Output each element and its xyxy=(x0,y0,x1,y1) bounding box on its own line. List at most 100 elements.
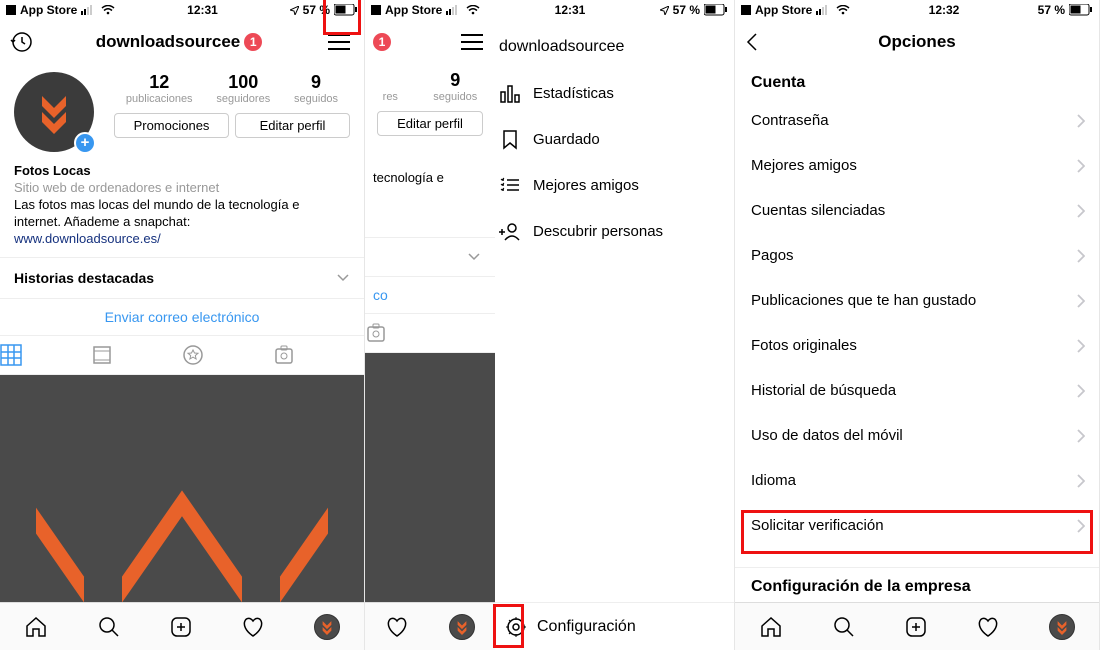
profile-nav-bar: downloadsourcee 1 xyxy=(0,20,364,64)
location-icon xyxy=(290,6,299,15)
star-view-tab[interactable] xyxy=(182,336,273,374)
signal-icon xyxy=(816,5,832,15)
option-row-7[interactable]: Uso de datos del móvil xyxy=(735,413,1099,458)
profile-tab-icon[interactable] xyxy=(449,614,475,640)
option-row-9[interactable]: Solicitar verificación xyxy=(735,503,1099,548)
option-row-1[interactable]: Mejores amigos xyxy=(735,143,1099,188)
chevron-right-icon xyxy=(1077,339,1085,353)
post-cell[interactable] xyxy=(122,375,242,428)
post-cell[interactable] xyxy=(122,430,242,603)
activity-icon[interactable] xyxy=(976,615,1000,639)
notification-badge[interactable]: 1 xyxy=(244,33,262,51)
chevron-right-icon xyxy=(1077,384,1085,398)
followers-stat[interactable]: 100seguidores xyxy=(216,72,270,105)
notification-badge[interactable]: 1 xyxy=(373,33,391,51)
section-business: Configuración de la empresa xyxy=(735,567,1099,602)
edit-profile-button[interactable]: Editar perfil xyxy=(377,111,483,136)
following-stat[interactable]: 9seguidos xyxy=(294,72,338,105)
send-email-button[interactable]: Enviar correo electrónico xyxy=(0,298,364,335)
chevron-down-icon xyxy=(467,250,481,264)
feed-view-tab[interactable] xyxy=(91,336,182,374)
wifi-icon xyxy=(466,5,480,15)
status-bar: App Store 12:32 57 % xyxy=(735,0,1099,20)
grid-view-tab[interactable] xyxy=(0,336,91,374)
profile-display-name: Fotos Locas xyxy=(14,162,350,179)
status-bar: App Store 12:31 57 % xyxy=(0,0,364,20)
menu-button[interactable] xyxy=(457,30,487,54)
back-chevron-icon[interactable] xyxy=(745,32,759,52)
new-post-icon[interactable] xyxy=(169,615,193,639)
back-app-icon[interactable] xyxy=(371,5,381,15)
profile-tab-icon[interactable] xyxy=(314,614,340,640)
new-post-icon[interactable] xyxy=(904,615,928,639)
drawer-item-discover[interactable]: Descubrir personas xyxy=(495,208,734,254)
back-app-label[interactable]: App Store xyxy=(755,3,812,17)
option-label: Cuentas silenciadas xyxy=(751,202,885,219)
profile-bio-text: Las fotos mas locas del mundo de la tecn… xyxy=(14,196,350,230)
archive-icon[interactable] xyxy=(10,30,34,54)
email-cut[interactable]: co xyxy=(365,276,495,313)
back-app-icon[interactable] xyxy=(6,5,16,15)
post-cell[interactable] xyxy=(244,375,364,428)
bottom-nav xyxy=(0,602,364,650)
add-story-icon[interactable]: + xyxy=(74,132,96,154)
chevron-right-icon xyxy=(1077,204,1085,218)
chevron-right-icon xyxy=(1077,249,1085,263)
option-row-3[interactable]: Pagos xyxy=(735,233,1099,278)
drawer-item-label: Mejores amigos xyxy=(533,177,639,194)
promotions-button[interactable]: Promociones xyxy=(114,113,229,138)
profile-slice-under-drawer: 1 res 9seguidos Editar perfil tecnología… xyxy=(365,20,495,650)
option-label: Pagos xyxy=(751,247,794,264)
back-app-icon[interactable] xyxy=(741,5,751,15)
options-nav-bar: Opciones xyxy=(735,20,1099,64)
search-icon[interactable] xyxy=(832,615,856,639)
settings-label: Configuración xyxy=(537,618,636,636)
option-label: Solicitar verificación xyxy=(751,517,884,534)
insights-icon xyxy=(499,82,521,104)
home-icon[interactable] xyxy=(24,615,48,639)
option-row-5[interactable]: Fotos originales xyxy=(735,323,1099,368)
option-row-4[interactable]: Publicaciones que te han gustado xyxy=(735,278,1099,323)
post-cell[interactable] xyxy=(244,430,364,603)
home-icon[interactable] xyxy=(759,615,783,639)
posts-stat[interactable]: 12publicaciones xyxy=(126,72,193,105)
drawer-item-insights[interactable]: Estadísticas xyxy=(495,70,734,116)
activity-icon[interactable] xyxy=(241,615,265,639)
activity-icon[interactable] xyxy=(385,615,409,639)
option-row-2[interactable]: Cuentas silenciadas xyxy=(735,188,1099,233)
username-title[interactable]: downloadsourcee xyxy=(96,32,241,52)
profile-category: Sitio web de ordenadores e internet xyxy=(14,179,350,196)
posts-grid-slice xyxy=(365,353,495,602)
post-cell[interactable] xyxy=(0,375,120,428)
following-stat[interactable]: 9seguidos xyxy=(433,70,477,103)
profile-tab-icon[interactable] xyxy=(1049,614,1075,640)
search-icon[interactable] xyxy=(97,615,121,639)
option-row-8[interactable]: Idioma xyxy=(735,458,1099,503)
drawer-item-close-friends[interactable]: Mejores amigos xyxy=(495,162,734,208)
profile-bio: Fotos Locas Sitio web de ordenadores e i… xyxy=(0,156,364,257)
screenshot-3-options: App Store 12:32 57 % Opciones Cuenta Con… xyxy=(735,0,1100,650)
menu-button[interactable] xyxy=(324,30,354,54)
back-app-label[interactable]: App Store xyxy=(385,3,442,17)
back-app-label[interactable]: App Store xyxy=(20,3,77,17)
option-label: Fotos originales xyxy=(751,337,857,354)
profile-link[interactable]: www.downloadsource.es/ xyxy=(14,230,350,247)
battery-icon xyxy=(704,4,728,16)
tagged-view-tab[interactable] xyxy=(273,336,364,374)
option-row-6[interactable]: Historial de búsqueda xyxy=(735,368,1099,413)
tagged-view-tab[interactable] xyxy=(365,314,495,352)
highlights-label: Historias destacadas xyxy=(14,270,154,286)
option-label: Contraseña xyxy=(751,112,829,129)
edit-profile-button[interactable]: Editar perfil xyxy=(235,113,350,138)
profile-avatar[interactable]: + xyxy=(14,72,94,152)
battery-icon xyxy=(334,4,358,16)
highlights-row[interactable]: Historias destacadas xyxy=(0,257,364,298)
settings-row[interactable]: Configuración xyxy=(495,602,734,650)
option-row-0[interactable]: Contraseña xyxy=(735,98,1099,143)
battery-pct: 57 % xyxy=(303,3,330,17)
drawer-item-label: Estadísticas xyxy=(533,85,614,102)
option-label: Historial de búsqueda xyxy=(751,382,896,399)
drawer-item-saved[interactable]: Guardado xyxy=(495,116,734,162)
post-cell[interactable] xyxy=(0,430,120,603)
screenshot-1-profile: App Store 12:31 57 % downloadsourcee 1 +… xyxy=(0,0,365,650)
